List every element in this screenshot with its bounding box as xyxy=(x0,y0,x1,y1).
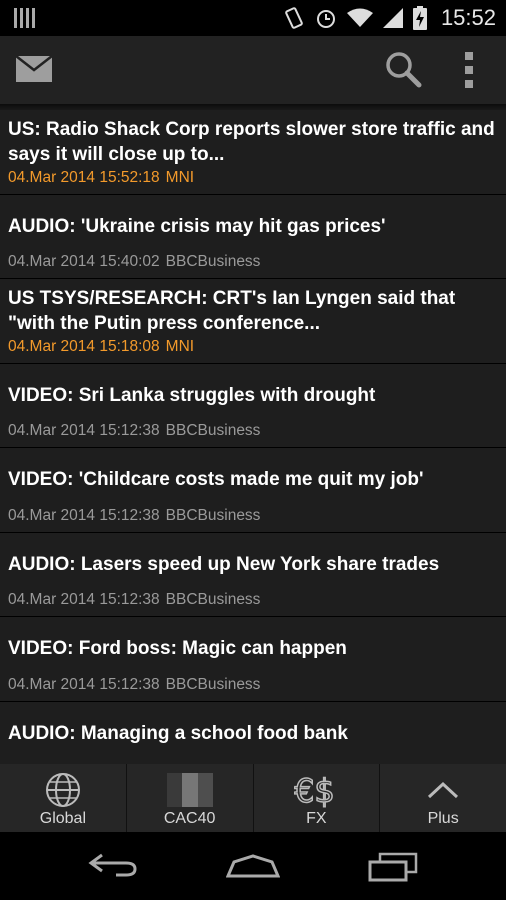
article-title: AUDIO: 'Ukraine crisis may hit gas price… xyxy=(8,215,386,237)
system-nav-bar xyxy=(0,832,506,900)
action-bar xyxy=(0,36,506,104)
home-icon[interactable] xyxy=(226,854,280,878)
article-source: BBCBusiness xyxy=(165,675,261,693)
article-meta: 04.Mar 2014 15:12:38 BBCBusiness xyxy=(8,507,260,525)
mail-icon[interactable] xyxy=(16,56,52,82)
tab-label: Global xyxy=(39,810,86,827)
article-source: MNI xyxy=(165,168,195,186)
bottom-tab-bar: Global CAC40 €$ FX Plus xyxy=(0,764,506,832)
article-source: BBCBusiness xyxy=(165,253,261,270)
wifi-icon xyxy=(346,8,373,27)
svg-text:€$: €$ xyxy=(294,772,335,808)
article-date: 04.Mar 2014 15:12:38 xyxy=(8,591,160,608)
list-item[interactable]: AUDIO: Lasers speed up New York share tr… xyxy=(0,533,506,617)
article-date: 04.Mar 2014 15:52:18 xyxy=(8,168,160,186)
battery-charging-icon xyxy=(412,6,427,30)
article-title: US: Radio Shack Corp reports slower stor… xyxy=(8,119,495,165)
article-date: 04.Mar 2014 15:12:38 xyxy=(8,422,160,439)
article-date: 04.Mar 2014 15:12:38 xyxy=(8,675,160,693)
article-source: BBCBusiness xyxy=(165,591,261,608)
list-item[interactable]: VIDEO: 'Childcare costs made me quit my … xyxy=(0,448,506,533)
list-item[interactable]: US: Radio Shack Corp reports slower stor… xyxy=(0,110,506,195)
article-title: VIDEO: Sri Lanka struggles with drought xyxy=(8,384,376,406)
status-time: 15:52 xyxy=(440,5,496,30)
tab-label: Plus xyxy=(427,810,459,827)
article-title: VIDEO: Ford boss: Magic can happen xyxy=(8,638,347,659)
globe-icon xyxy=(45,773,80,807)
article-meta: 04.Mar 2014 15:12:38 BBCBusiness xyxy=(8,422,260,440)
article-meta: 04.Mar 2014 15:12:38 BBCBusiness xyxy=(8,591,260,609)
recent-apps-icon[interactable] xyxy=(368,852,418,882)
list-item[interactable]: AUDIO: Managing a school food bank xyxy=(0,702,506,765)
article-date: 04.Mar 2014 15:40:02 xyxy=(8,253,160,270)
list-item[interactable]: VIDEO: Ford boss: Magic can happen 04.Ma… xyxy=(0,617,506,702)
notification-bars-icon xyxy=(14,8,35,28)
article-date: 04.Mar 2014 15:12:38 xyxy=(8,506,160,524)
news-list[interactable]: US: Radio Shack Corp reports slower stor… xyxy=(0,110,506,764)
article-title: US TSYS/RESEARCH: CRT's Ian Lyngen said … xyxy=(8,288,456,334)
signal-icon xyxy=(382,8,403,28)
list-item[interactable]: AUDIO: 'Ukraine crisis may hit gas price… xyxy=(0,195,506,279)
article-meta: 04.Mar 2014 15:12:38 BBCBusiness xyxy=(8,676,260,694)
search-icon[interactable] xyxy=(384,50,422,88)
flag-icon xyxy=(166,773,213,807)
article-title: AUDIO: Lasers speed up New York share tr… xyxy=(8,553,440,575)
status-bar: 15:52 xyxy=(0,0,506,36)
list-item[interactable]: US TSYS/RESEARCH: CRT's Ian Lyngen said … xyxy=(0,279,506,364)
tab-label: CAC40 xyxy=(163,810,216,827)
list-item[interactable]: VIDEO: Sri Lanka struggles with drought … xyxy=(0,364,506,448)
chevron-up-icon xyxy=(428,781,459,799)
article-source: MNI xyxy=(165,337,195,355)
tab-cac40[interactable]: CAC40 xyxy=(127,764,254,832)
tab-fx[interactable]: €$ FX xyxy=(254,764,381,832)
article-meta: 04.Mar 2014 15:18:08 MNI xyxy=(8,338,194,356)
tab-global[interactable]: Global xyxy=(0,764,127,832)
alarm-icon xyxy=(316,10,335,28)
article-source: BBCBusiness xyxy=(165,506,261,524)
tab-label: FX xyxy=(306,810,327,827)
article-meta: 04.Mar 2014 15:52:18 MNI xyxy=(8,169,194,187)
article-meta: 04.Mar 2014 15:40:02 BBCBusiness xyxy=(8,253,260,271)
currency-icon: €$ xyxy=(294,772,335,808)
vibrate-icon xyxy=(285,7,303,29)
article-title: AUDIO: Managing a school food bank xyxy=(8,722,348,744)
tab-plus[interactable]: Plus xyxy=(380,764,506,832)
article-title: VIDEO: 'Childcare costs made me quit my … xyxy=(8,469,424,490)
article-source: BBCBusiness xyxy=(165,422,261,439)
article-date: 04.Mar 2014 15:18:08 xyxy=(8,337,160,355)
overflow-menu-icon[interactable] xyxy=(462,50,476,90)
back-icon[interactable] xyxy=(88,852,138,878)
